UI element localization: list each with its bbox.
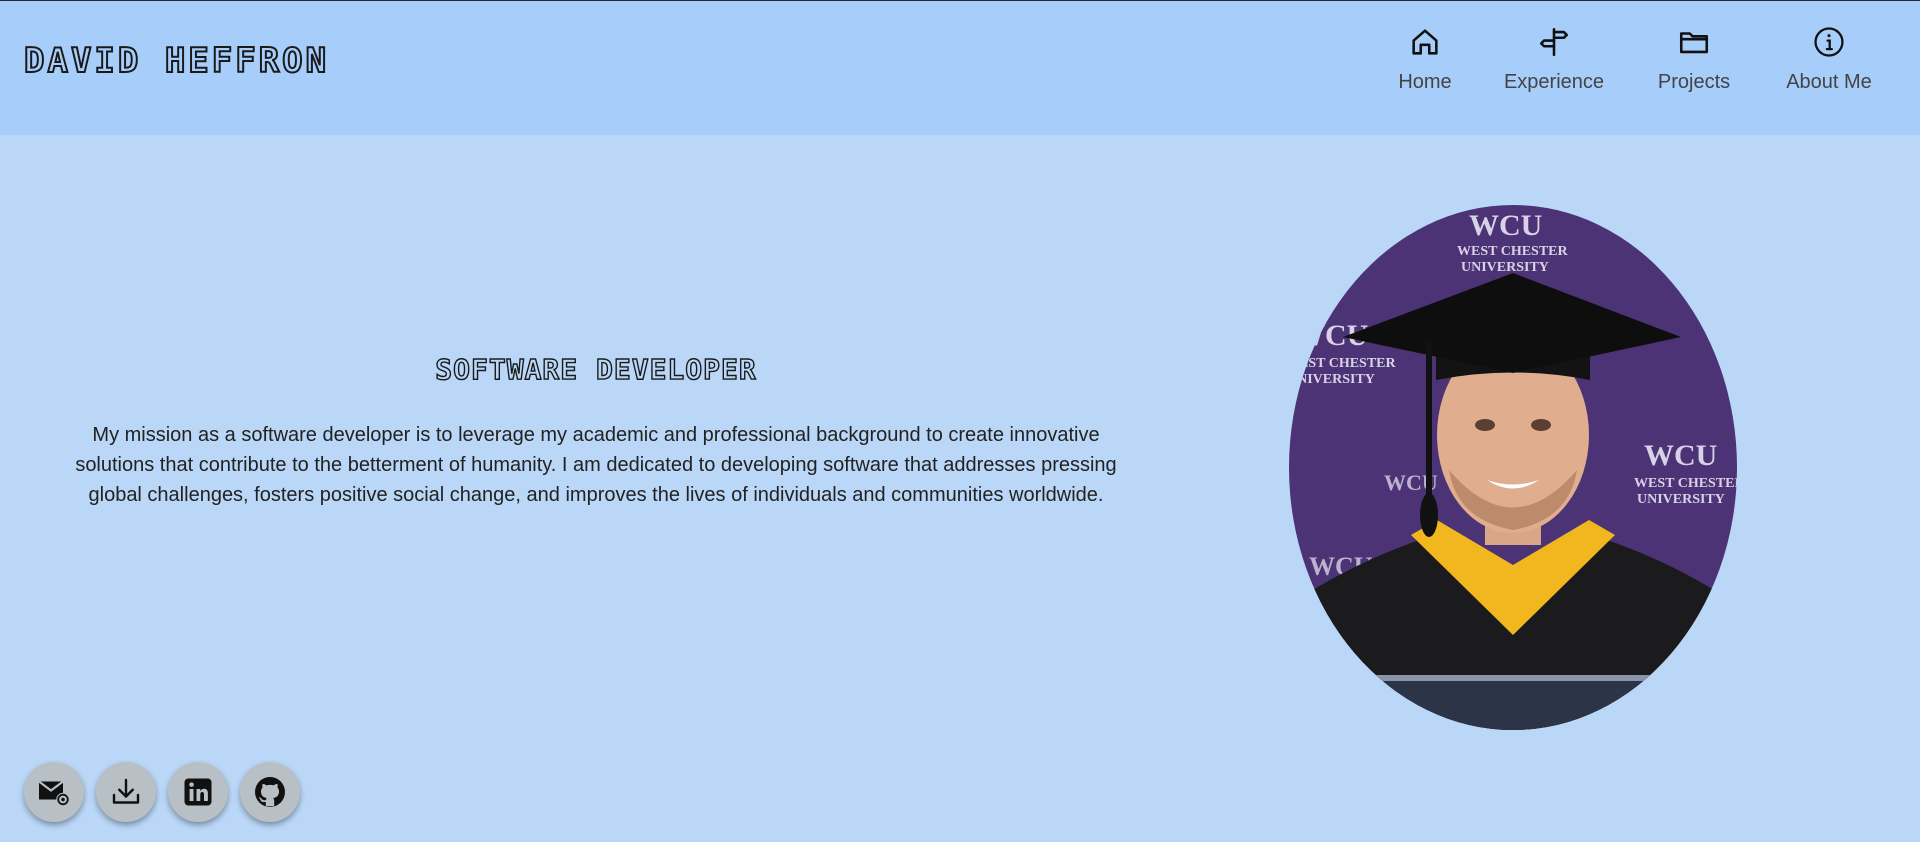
email-button[interactable] (24, 762, 84, 822)
backdrop-logo-subtext: WEST CHESTER (1289, 356, 1397, 371)
backdrop-logo-subtext: WEST CHESTER (1634, 476, 1737, 491)
email-icon (38, 780, 70, 807)
backdrop-logo-subtext: UNIVERSITY (1637, 492, 1725, 507)
site-header: DAVID HEFFRON Home Experience Projects A… (0, 0, 1920, 135)
mission-statement: My mission as a software developer is to… (75, 424, 1117, 506)
backdrop-logo-text: WCU (1469, 209, 1542, 242)
backdrop-logo-subtext: WEST CHESTER (1457, 244, 1569, 259)
home-icon (1412, 29, 1438, 55)
main-nav: Home Experience Projects About Me (1360, 25, 1920, 105)
download-icon (112, 778, 140, 804)
github-icon (255, 777, 285, 807)
nav-home-label: Home (1398, 71, 1452, 93)
signpost-icon (1539, 27, 1569, 57)
nav-projects-label: Projects (1657, 71, 1731, 93)
backdrop-logo-subtext: UNIVERSITY (1461, 260, 1549, 275)
page-title: SOFTWARE DEVELOPER (435, 352, 757, 386)
site-title[interactable]: DAVID HEFFRON (23, 40, 329, 82)
nav-experience[interactable]: Experience (1489, 25, 1619, 105)
backdrop-logo-text: WCU (1644, 439, 1717, 472)
profile-photo: WCU WEST CHESTER UNIVERSITY WCU WEST CHE… (1289, 205, 1737, 730)
github-button[interactable] (240, 762, 300, 822)
nav-experience-label: Experience (1503, 71, 1605, 93)
nav-about[interactable]: About Me (1764, 25, 1894, 105)
backdrop-logo-subtext: UNIVERSITY (1289, 372, 1375, 387)
nav-projects[interactable]: Projects (1629, 25, 1759, 105)
download-resume-button[interactable] (96, 762, 156, 822)
folder-icon (1679, 32, 1709, 54)
linkedin-button[interactable] (168, 762, 228, 822)
nav-home[interactable]: Home (1360, 25, 1490, 105)
nav-about-label: About Me (1786, 71, 1872, 93)
linkedin-icon (184, 778, 212, 806)
info-icon (1814, 27, 1844, 57)
